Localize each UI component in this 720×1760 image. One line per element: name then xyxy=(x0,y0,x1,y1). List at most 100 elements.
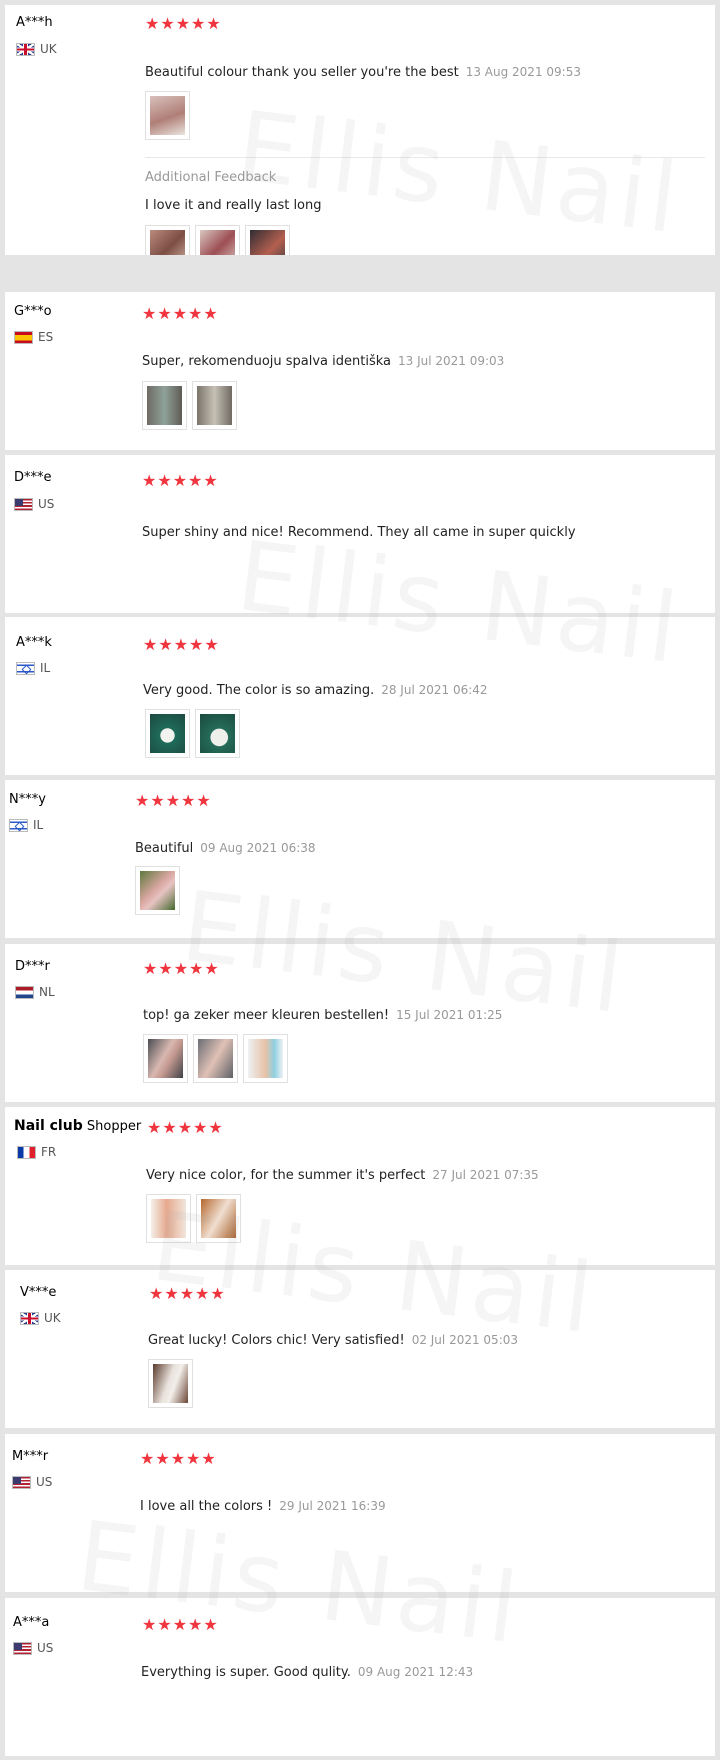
review-text: Beautiful 09 Aug 2021 06:38 xyxy=(135,841,316,856)
review-photo[interactable] xyxy=(143,1034,188,1083)
review-text: I love all the colors ! 29 Jul 2021 16:39 xyxy=(140,1499,386,1514)
review-photos xyxy=(148,1359,193,1408)
uk-flag-icon xyxy=(16,42,35,56)
review-photo[interactable] xyxy=(142,381,187,430)
additional-photos xyxy=(145,225,290,255)
review-photo[interactable] xyxy=(135,866,180,915)
review-photo[interactable] xyxy=(145,709,190,758)
review-text: Great lucky! Colors chic! Very satisfied… xyxy=(148,1333,518,1348)
review-body: Super, rekomenduoju spalva identiška xyxy=(142,354,391,369)
review-text: top! ga zeker meer kleuren bestellen! 15 … xyxy=(143,1008,502,1023)
review-date: 13 Jul 2021 09:03 xyxy=(398,354,505,368)
review-photo[interactable] xyxy=(245,225,290,255)
review-photos xyxy=(142,381,237,430)
reviewer-country: US xyxy=(14,497,54,511)
review-card: A***h UK ★★★★★ Beautiful colour thank yo… xyxy=(5,5,715,255)
review-photos xyxy=(143,1034,288,1083)
review-photos xyxy=(145,91,190,140)
review-body: Very good. The color is so amazing. xyxy=(143,683,375,698)
star-rating: ★★★★★ xyxy=(143,635,220,654)
country-code: IL xyxy=(33,818,44,832)
review-card: A***a US ★★★★★ Everything is super. Good… xyxy=(5,1598,715,1756)
uk-flag-icon xyxy=(20,1311,39,1325)
country-code: UK xyxy=(40,42,57,56)
review-body: Beautiful colour thank you seller you're… xyxy=(145,65,459,80)
reviewer-country: IL xyxy=(9,818,43,832)
reviewer-country: UK xyxy=(16,42,57,56)
star-rating: ★★★★★ xyxy=(145,14,222,33)
review-text: Very nice color, for the summer it's per… xyxy=(146,1168,539,1183)
reviewer-name: D***e xyxy=(14,470,52,485)
review-card: N***y IL ★★★★★ Beautiful 09 Aug 2021 06:3… xyxy=(5,780,715,938)
country-code: IL xyxy=(40,661,51,675)
star-rating: ★★★★★ xyxy=(149,1284,226,1303)
reviewer-name: A***k xyxy=(16,635,52,650)
review-date: 09 Aug 2021 12:43 xyxy=(357,1665,474,1679)
il-flag-icon xyxy=(16,661,35,675)
us-flag-icon xyxy=(12,1475,31,1489)
review-photos xyxy=(146,1194,241,1243)
review-text: Everything is super. Good qulity. 09 Aug … xyxy=(141,1665,473,1680)
il-flag-icon xyxy=(9,818,28,832)
review-photos xyxy=(135,866,180,915)
reviewer-name: D***r xyxy=(15,959,50,974)
review-card: G***o ES ★★★★★ Super, rekomenduoju spalv… xyxy=(5,292,715,450)
reviewer-name: N***y xyxy=(9,792,46,807)
review-body: Everything is super. Good qulity. xyxy=(141,1665,351,1680)
review-photo[interactable] xyxy=(145,225,190,255)
review-photo[interactable] xyxy=(196,1194,241,1243)
review-text: Beautiful colour thank you seller you're… xyxy=(145,65,581,80)
review-card: A***k IL ★★★★★ Very good. The color is s… xyxy=(5,617,715,775)
review-photo[interactable] xyxy=(195,709,240,758)
star-rating: ★★★★★ xyxy=(135,791,212,810)
review-date: 15 Jul 2021 01:25 xyxy=(396,1008,503,1022)
reviewer-name: G***o xyxy=(14,304,52,319)
reviewer-country: UK xyxy=(20,1311,61,1325)
country-code: FR xyxy=(41,1145,57,1159)
review-photos xyxy=(145,709,240,758)
review-card: D***r NL ★★★★★ top! ga zeker meer kleure… xyxy=(5,944,715,1102)
us-flag-icon xyxy=(13,1641,32,1655)
country-code: ES xyxy=(38,330,54,344)
review-photo[interactable] xyxy=(145,91,190,140)
review-photo[interactable] xyxy=(148,1359,193,1408)
reviewer-name: A***a xyxy=(13,1615,50,1630)
review-body: top! ga zeker meer kleuren bestellen! xyxy=(143,1008,390,1023)
additional-feedback-text: I love it and really last long xyxy=(145,198,322,213)
review-date: 29 Jul 2021 16:39 xyxy=(279,1499,386,1513)
star-rating: ★★★★★ xyxy=(142,471,219,490)
review-body: I love all the colors ! xyxy=(140,1499,273,1514)
reviewer-country: FR xyxy=(17,1145,56,1159)
es-flag-icon xyxy=(14,330,33,344)
star-rating: ★★★★★ xyxy=(143,959,220,978)
review-photo[interactable] xyxy=(146,1194,191,1243)
review-text: Very good. The color is so amazing. 28 Ju… xyxy=(143,683,488,698)
reviewer-country: NL xyxy=(15,985,55,999)
review-date: 13 Aug 2021 09:53 xyxy=(465,65,581,79)
star-rating: ★★★★★ xyxy=(140,1449,217,1468)
review-card: D***e US ★★★★★ Super shiny and nice! Rec… xyxy=(5,455,715,613)
reviewer-name-main: Nail club xyxy=(14,1118,83,1134)
reviewer-name-suffix: Shopper xyxy=(86,1119,142,1134)
review-body: Great lucky! Colors chic! Very satisfied… xyxy=(148,1333,405,1348)
review-card: Nail club Shopper FR ★★★★★ Very nice col… xyxy=(5,1107,715,1265)
country-code: US xyxy=(38,497,55,511)
review-photo[interactable] xyxy=(192,381,237,430)
star-rating: ★★★★★ xyxy=(142,1615,219,1634)
review-card: M***r US ★★★★★ I love all the colors ! 29… xyxy=(5,1434,715,1592)
review-photo[interactable] xyxy=(243,1034,288,1083)
divider xyxy=(145,157,705,158)
reviewer-name: M***r xyxy=(12,1449,49,1464)
reviewer-country: ES xyxy=(14,330,53,344)
reviewer-country: US xyxy=(12,1475,52,1489)
us-flag-icon xyxy=(14,497,33,511)
review-card: V***e UK ★★★★★ Great lucky! Colors chic!… xyxy=(5,1270,715,1428)
review-text: Super, rekomenduoju spalva identiška 13 J… xyxy=(142,354,504,369)
review-body: Very nice color, for the summer it's per… xyxy=(146,1168,426,1183)
review-date: 27 Jul 2021 07:35 xyxy=(432,1168,539,1182)
review-photo[interactable] xyxy=(193,1034,238,1083)
reviewer-name: Nail club Shopper xyxy=(14,1118,141,1134)
fr-flag-icon xyxy=(17,1145,36,1159)
review-photo[interactable] xyxy=(195,225,240,255)
reviewer-country: IL xyxy=(16,661,50,675)
